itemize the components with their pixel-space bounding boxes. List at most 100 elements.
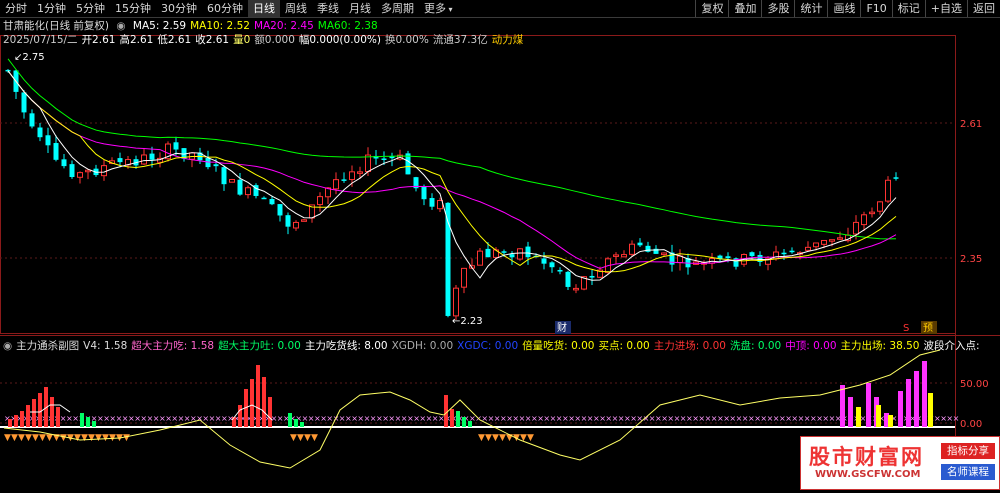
chevron-marker: ▼ <box>11 433 18 443</box>
candle-body <box>789 250 795 253</box>
period-tab[interactable]: 更多 <box>419 0 458 18</box>
ma-legend-item: MA20: 2.45 <box>253 20 314 32</box>
indicator-bar <box>26 405 30 427</box>
chevron-marker: ▼ <box>297 433 304 443</box>
indicator-bar <box>256 365 260 427</box>
chevron-marker: ▼ <box>478 433 485 443</box>
toolbar-button[interactable]: +自选 <box>924 0 967 17</box>
chevron-marker: ▼ <box>88 433 95 443</box>
ohlc-value: 额0.000 <box>254 34 295 46</box>
toolbar-button[interactable]: 画线 <box>827 0 860 17</box>
candle-body <box>829 239 835 242</box>
period-tab[interactable]: 60分钟 <box>202 0 248 17</box>
candle-body <box>77 172 83 178</box>
ohlc-value: 幅0.000(0.00%) <box>298 34 381 46</box>
candle-body <box>613 254 619 257</box>
candle-body <box>117 158 123 163</box>
candle-body <box>341 179 347 181</box>
indicator-bar <box>462 417 466 427</box>
toolbar-button[interactable]: 叠加 <box>728 0 761 17</box>
logo-text: 股市财富网 <box>809 444 924 469</box>
candle-body <box>877 201 883 212</box>
candle-body <box>525 246 531 258</box>
period-tab[interactable]: 15分钟 <box>110 0 156 17</box>
kline-chart[interactable]: 2.612.3550.000.00↙2.75←2.23财 S 预× × × × × × × × × ×… <box>0 18 1000 490</box>
indicator-bar <box>856 407 861 427</box>
chevron-marker: ▼ <box>60 433 67 443</box>
candle-body <box>53 143 59 160</box>
indicator-toggle-icon[interactable]: ◉ <box>3 340 12 352</box>
ohlc-info: 2025/07/15/二 开2.61 高2.61 低2.61 收2.61 量0 额0.000… <box>3 32 527 47</box>
chevron-marker: ▼ <box>95 433 102 443</box>
candle-body <box>661 252 667 256</box>
candle-body <box>429 198 435 207</box>
indicator-value: 倍量吃货: 0.00 <box>522 340 595 352</box>
candle-body <box>485 248 491 258</box>
indicator-value: V4: 1.58 <box>83 340 128 352</box>
period-tab[interactable]: 1分钟 <box>32 0 71 17</box>
price-axis-label: 2.61 <box>960 119 982 130</box>
candle-body <box>421 186 427 200</box>
toolbar-button[interactable]: F10 <box>860 0 891 17</box>
candle-body <box>565 271 571 287</box>
candle-body <box>229 179 235 183</box>
toolbar-button[interactable]: 统计 <box>794 0 827 17</box>
indicator-bar <box>80 413 84 427</box>
indicator-bar <box>294 419 298 427</box>
right-toolbar: 复权 叠加 多股 统计 画线 F10 标记 +自选 返回 <box>695 0 1000 17</box>
indicator-value: XGDC: 0.00 <box>457 340 519 352</box>
period-tab[interactable]: 季线 <box>312 0 344 17</box>
period-tab[interactable]: 30分钟 <box>156 0 202 17</box>
indicator-bar <box>922 361 927 427</box>
period-tab[interactable]: 周线 <box>280 0 312 17</box>
candle-body <box>61 159 67 167</box>
period-tab[interactable]: 分时 <box>0 0 32 17</box>
toolbar-button[interactable]: 多股 <box>761 0 794 17</box>
site-logo: 股市财富网 WWW.GSCFW.COM 指标分享 名师课程 <box>800 436 1000 490</box>
ma20-line <box>7 70 897 270</box>
candle-body <box>461 267 467 288</box>
ma-toggle-icon[interactable]: ◉ <box>116 20 125 32</box>
period-tab[interactable]: 5分钟 <box>71 0 110 17</box>
indicator-bar <box>262 377 266 427</box>
candle-body <box>637 242 643 246</box>
toolbar-button[interactable]: 标记 <box>891 0 925 17</box>
chevron-marker: ▼ <box>304 433 311 443</box>
chevron-marker: ▼ <box>123 433 130 443</box>
indicator-bar <box>876 405 881 427</box>
candle-body <box>85 169 91 173</box>
candle-body <box>501 251 507 253</box>
indicator-bar <box>456 411 460 427</box>
chevron-marker: ▼ <box>311 433 318 443</box>
toolbar-button[interactable]: 复权 <box>695 0 728 17</box>
candle-body <box>749 252 755 257</box>
period-tab[interactable]: 日线 <box>248 0 280 17</box>
candle-body <box>285 215 291 227</box>
ohlc-value: 低2.61 <box>157 34 192 46</box>
candle-body <box>277 204 283 216</box>
chart-area[interactable]: 2.61 2.35 50.00 0.00 ↙2.75 ←2.23 财 S 预 × × × × × × × × × ×… <box>0 18 1000 490</box>
candle-body <box>781 252 787 255</box>
chevron-marker: ▼ <box>18 433 25 443</box>
indicator-value: XGDH: 0.00 <box>391 340 454 352</box>
candle-body <box>573 287 579 291</box>
candle-body <box>237 179 243 195</box>
toolbar-button[interactable]: 返回 <box>967 0 1000 17</box>
price-axis-label: 2.35 <box>960 254 982 265</box>
chevron-marker: ▼ <box>32 433 39 443</box>
indicator-bar <box>450 409 454 427</box>
candle-body <box>885 179 891 202</box>
finance-marker: 财 <box>557 321 567 334</box>
indicator-value: 洗盘: 0.00 <box>729 340 782 352</box>
candle-body <box>29 113 35 127</box>
period-tab[interactable]: 多周期 <box>376 0 419 17</box>
indicator-bar <box>914 371 919 427</box>
indicator-bar <box>300 422 304 427</box>
ohlc-value: 收2.61 <box>195 34 230 46</box>
indicator-value: 超大主力吃: 1.58 <box>131 340 215 352</box>
chevron-marker: ▼ <box>492 433 499 443</box>
candle-body <box>141 154 147 165</box>
ma5-line <box>7 70 897 281</box>
chevron-marker: ▼ <box>527 433 534 443</box>
period-tab[interactable]: 月线 <box>344 0 376 17</box>
